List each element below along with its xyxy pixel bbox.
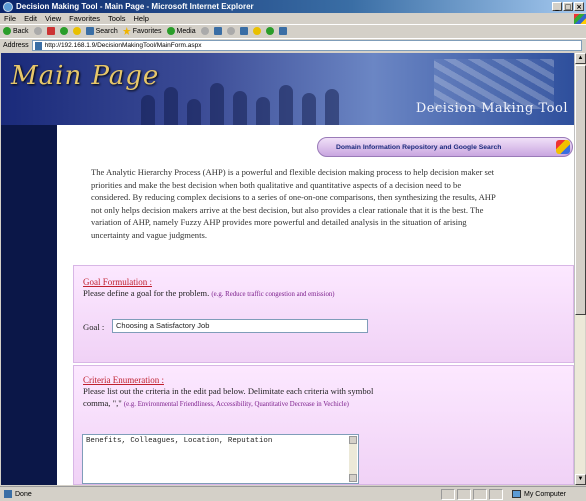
back-arrow-icon [3, 27, 11, 35]
browser-toolbar: Back Search Favorites Media [0, 24, 586, 37]
media-button[interactable]: Media [166, 27, 196, 35]
criteria-comma-text: comma, "," [83, 398, 122, 408]
favorites-label: Favorites [132, 27, 162, 35]
menu-bar: File Edit View Favorites Tools Help [0, 13, 586, 24]
windows-logo-icon [574, 13, 586, 24]
maximize-button[interactable]: □ [563, 2, 573, 11]
page-banner: Main Page Decision Making Tool [1, 53, 574, 125]
menu-help[interactable]: Help [134, 14, 149, 23]
goal-label: Goal : [83, 322, 105, 332]
criteria-value: Benefits, Colleagues, Location, Reputati… [86, 437, 273, 445]
criteria-textarea-scrollbar[interactable] [349, 436, 357, 482]
goal-instruction-text: Please define a goal for the problem. [83, 288, 210, 298]
left-sidebar-stripe [1, 125, 57, 485]
zone-label: My Computer [523, 490, 566, 498]
criteria-section-title: Criteria Enumeration : [83, 375, 164, 385]
textarea-scroll-up[interactable] [349, 436, 357, 444]
criteria-instruction-line2: comma, "," (e.g. Environmental Friendlin… [83, 398, 349, 411]
back-label: Back [13, 27, 29, 35]
goal-input[interactable]: Choosing a Satisfactory Job [112, 319, 368, 333]
search-button[interactable]: Search [85, 27, 118, 35]
criteria-instruction-line1: Please list out the criteria in the edit… [83, 386, 374, 396]
domain-info-search-button[interactable]: Domain Information Repository and Google… [317, 137, 573, 157]
menu-view[interactable]: View [45, 14, 61, 23]
menu-favorites[interactable]: Favorites [69, 14, 100, 23]
folder-icon[interactable] [252, 27, 261, 35]
media-icon [166, 27, 175, 35]
page-viewport: Main Page Decision Making Tool Domain In… [1, 53, 574, 485]
address-label: Address [3, 42, 29, 49]
domain-button-label: Domain Information Repository and Google… [336, 143, 502, 151]
scroll-up-arrow-icon[interactable]: ▲ [575, 53, 586, 64]
menu-tools[interactable]: Tools [108, 14, 126, 23]
window-title: Decision Making Tool - Main Page - Micro… [16, 2, 254, 11]
scroll-thumb[interactable] [575, 65, 586, 315]
page-done-icon [4, 490, 12, 498]
mail-icon[interactable] [213, 27, 222, 35]
goal-formulation-section: Goal Formulation : Please define a goal … [73, 265, 574, 363]
stop-icon[interactable] [46, 27, 55, 35]
criteria-hint: (e.g. Environmental Friendliness, Access… [123, 401, 349, 408]
messenger-icon[interactable] [265, 27, 274, 35]
goal-instructions: Please define a goal for the problem. (e… [83, 288, 335, 301]
status-text: Done [15, 490, 32, 498]
address-bar: Address http://192.168.1.9/DecisionMakin… [0, 38, 586, 52]
media-label: Media [176, 27, 196, 35]
security-zone: My Computer [440, 488, 566, 500]
favorites-button[interactable]: Favorites [122, 27, 162, 35]
criteria-textarea[interactable]: Benefits, Colleagues, Location, Reputati… [82, 434, 359, 484]
goal-hint: (e.g. Reduce traffic congestion and emis… [211, 291, 335, 298]
favorites-star-icon [122, 27, 131, 35]
home-icon[interactable] [72, 27, 81, 35]
tool-title: Decision Making Tool [415, 101, 568, 116]
menu-file[interactable]: File [4, 14, 16, 23]
back-button[interactable]: Back [3, 27, 29, 35]
goal-section-title: Goal Formulation : [83, 277, 152, 287]
window-title-bar[interactable]: Decision Making Tool - Main Page - Micro… [0, 0, 586, 13]
menu-edit[interactable]: Edit [24, 14, 37, 23]
history-icon[interactable] [200, 27, 209, 35]
ie-logo-icon [3, 1, 13, 12]
window-controls: _ □ × [552, 2, 586, 11]
forward-arrow-icon[interactable] [33, 27, 42, 35]
page-icon [34, 41, 42, 50]
refresh-icon[interactable] [59, 27, 68, 35]
page-title: Main Page [11, 61, 160, 91]
search-label: Search [95, 27, 118, 35]
criteria-enumeration-section: Criteria Enumeration : Please list out t… [73, 365, 574, 485]
textarea-scroll-down[interactable] [349, 474, 357, 482]
research-icon[interactable] [278, 27, 287, 35]
my-computer-icon [511, 490, 521, 498]
ahp-intro-paragraph: The Analytic Hierarchy Process (AHP) is … [91, 167, 496, 240]
minimize-button[interactable]: _ [552, 2, 562, 11]
print-icon[interactable] [226, 27, 235, 35]
cube-icon [556, 140, 570, 154]
status-panes [440, 488, 503, 500]
status-bar: Done My Computer [0, 486, 586, 501]
address-input[interactable]: http://192.168.1.9/DecisionMakingTool/Ma… [31, 40, 582, 51]
address-url: http://192.168.1.9/DecisionMakingTool/Ma… [44, 42, 202, 49]
scroll-down-arrow-icon[interactable]: ▼ [575, 474, 586, 485]
search-icon [85, 27, 94, 35]
banner-people-image [141, 77, 371, 125]
edit-icon[interactable] [239, 27, 248, 35]
page-scrollbar[interactable]: ▲ ▼ [574, 53, 586, 485]
close-button[interactable]: × [574, 2, 584, 11]
